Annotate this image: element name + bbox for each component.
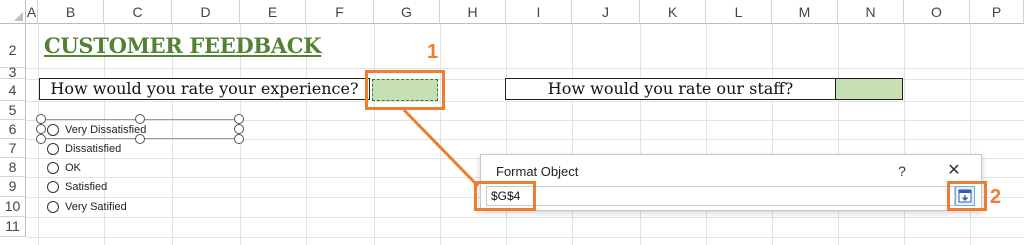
cell-link-input[interactable]: $G$4 [486,186,955,206]
callout-number-2: 2 [990,186,1002,208]
close-icon[interactable]: ✕ [939,160,969,182]
callout-number-1: 1 [427,41,439,63]
dialog-title: Format Object [496,164,579,179]
callout-box-2 [947,181,987,211]
format-object-dialog: Format Object ? ✕ $G$4 [480,154,982,211]
help-icon[interactable]: ? [887,160,917,182]
callout-box-cell-link [474,181,536,211]
callout-box-1 [365,70,445,110]
